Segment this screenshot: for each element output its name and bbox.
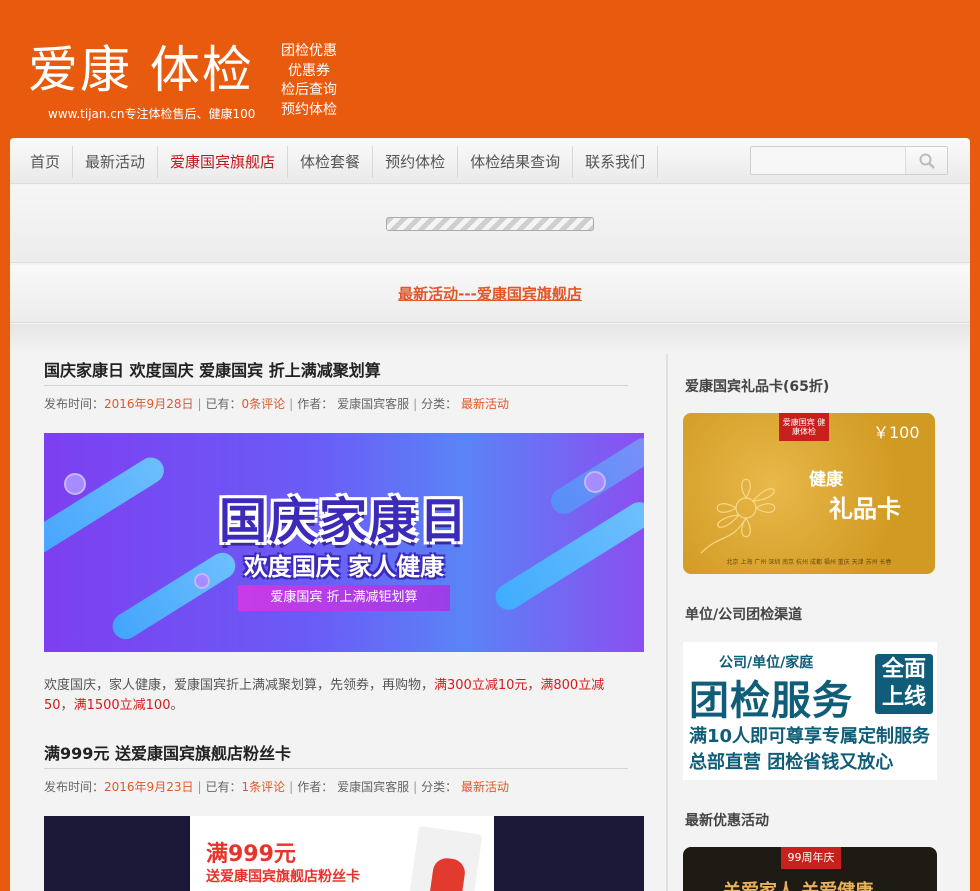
meta-comments-link[interactable]: 0条评论 [242,397,286,411]
search-button[interactable] [905,147,947,174]
divider-band [10,324,970,354]
meta-has-label: 已有： [205,397,242,411]
gift-card-cities: 北京 上海 广州 深圳 南京 杭州 成都 福州 重庆 天津 苏州 长春 [726,559,892,566]
search-icon [919,153,935,169]
gift-card-tag: 爱康国宾 健康体检 [779,413,829,441]
nav-item-home[interactable]: 首页 [18,146,74,178]
meta-author-label: 作者： [297,780,334,794]
meta-category-link[interactable]: 最新活动 [461,780,509,794]
nav-item-latest-activities[interactable]: 最新活动 [73,146,159,178]
meta-comments-link[interactable]: 1条评论 [242,780,286,794]
meta-category-label: 分类： [421,397,458,411]
meta-time-label: 发布时间： [44,397,105,411]
sidebar: 爱康国宾礼品卡(65折) 爱康国宾 健康体检 ￥100 健康 礼品卡 北京 上海… [666,354,970,891]
group-banner-headline: 团检服务 [689,678,853,724]
fan-card-image [409,825,483,891]
meta-author-label: 作者： [297,397,334,411]
group-banner-line3: 满10人即可尊享专属定制服务 [689,726,931,747]
promo-banner[interactable]: 99周年庆 关爱家人 关爱健康 [683,847,937,891]
loading-bar [386,217,594,231]
gift-card-name-line1: 健康 [809,470,843,490]
sidebar-group-title: 单位/公司团检渠道 [685,607,803,623]
meta-time: 2016年9月28日 [104,397,194,411]
meta-author: 爱康国宾客服 [337,397,410,411]
section-title-band: 最新活动---爱康国宾旗舰店 [10,265,970,323]
post-meta: 发布时间：2016年9月28日 | 已有：0条评论 | 作者： 爱康国宾客服 | 分类： 最… [44,397,509,411]
group-banner-badge: 全面 上线 [875,654,933,714]
header-link-group-discount[interactable]: 团检优惠 [278,42,340,62]
sidebar-promo-title: 最新优惠活动 [685,813,769,829]
excerpt-comma: ， [60,697,74,713]
post-list: 国庆家康日 欢度国庆 爱康国宾 折上满减聚划算 发布时间：2016年9月28日 |… [44,360,644,891]
meta-category-label: 分类： [421,780,458,794]
banner-line1: 满999元 [206,842,296,867]
post-banner-image[interactable]: 国庆家康日 欢度国庆 家人健康 爱康国宾 折上满减钜划算 [44,433,644,652]
nav-item-flagship-store[interactable]: 爱康国宾旗舰店 [158,146,289,178]
group-banner-line4: 总部直营 团检省钱又放心 [689,752,894,773]
post-title[interactable]: 满999元 送爱康国宾旗舰店粉丝卡 [44,743,628,769]
gift-card-amount: ￥100 [873,423,920,442]
post-banner-image[interactable]: 满999元 送爱康国宾旗舰店粉丝卡 [44,816,644,891]
post-item: 满999元 送爱康国宾旗舰店粉丝卡 发布时间：2016年9月23日 | 已有：1条评… [44,743,644,891]
promo-text: 关爱家人 关爱健康 [723,877,873,891]
promo-tag: 99周年庆 [781,847,841,869]
flower-icon [700,478,776,554]
meta-category-link[interactable]: 最新活动 [461,397,509,411]
section-title-link[interactable]: 最新活动---爱康国宾旗舰店 [398,283,582,304]
header-link-coupon[interactable]: 优惠券 [278,62,340,82]
header-link-result-query[interactable]: 检后查询 [278,81,340,101]
nav-item-book-exam[interactable]: 预约体检 [373,146,459,178]
excerpt-text: 欢度国庆，家人健康，爱康国宾折上满减聚划算，先领券，再购物， [44,678,435,693]
main-nav: 首页 最新活动 爱康国宾旗舰店 体检套餐 预约体检 体检结果查询 联系我们 [10,138,970,184]
search-input[interactable] [751,147,905,174]
meta-time: 2016年9月23日 [104,780,194,794]
excerpt-promo-300: 满300立减10元 [434,678,528,693]
nav-item-result-query[interactable]: 体检结果查询 [458,146,574,178]
post-meta: 发布时间：2016年9月23日 | 已有：1条评论 | 作者： 爱康国宾客服 | 分类： 最… [44,780,509,794]
excerpt-end: 。 [170,697,184,713]
badge-line1: 全面 [881,657,926,682]
banner-ribbon: 爱康国宾 折上满减钜划算 [238,585,450,611]
logo-subtitle: www.tijan.cn专注体检售后、健康100 [48,107,256,121]
meta-has-label: 已有： [205,780,242,794]
meta-time-label: 发布时间： [44,780,105,794]
gift-card-image[interactable]: 爱康国宾 健康体检 ￥100 健康 礼品卡 北京 上海 广州 深圳 南京 杭州 … [683,413,935,574]
badge-line2: 上线 [881,685,926,710]
nav-item-exam-packages[interactable]: 体检套餐 [288,146,374,178]
meta-author: 爱康国宾客服 [337,780,410,794]
excerpt-comma: ， [527,678,541,693]
nav-item-contact[interactable]: 联系我们 [573,146,659,178]
group-service-banner[interactable]: 公司/单位/家庭 团检服务 全面 上线 满10人即可尊享专属定制服务 总部直营 … [683,642,937,780]
sidebar-gift-title: 爱康国宾礼品卡(65折) [685,379,830,395]
banner-line2: 送爱康国宾旗舰店粉丝卡 [206,869,360,885]
post-item: 国庆家康日 欢度国庆 爱康国宾 折上满减聚划算 发布时间：2016年9月28日 |… [44,360,644,715]
header-link-book-exam[interactable]: 预约体检 [278,101,340,121]
post-title[interactable]: 国庆家康日 欢度国庆 爱康国宾 折上满减聚划算 [44,360,628,386]
slider-band [10,185,970,263]
nav-list: 首页 最新活动 爱康国宾旗舰店 体检套餐 预约体检 体检结果查询 联系我们 [18,146,659,178]
logo-title[interactable]: 爱康 体检 [28,38,254,102]
header-quick-links: 团检优惠 优惠券 检后查询 预约体检 [278,42,340,120]
gift-card-name-line2: 礼品卡 [829,495,901,523]
search-box [750,146,948,175]
banner-subtitle: 欢度国庆 家人健康 [243,553,445,581]
excerpt-promo-1500: 满1500立减100 [73,697,171,713]
banner-title: 国庆家康日 [218,493,469,549]
main-container: 首页 最新活动 爱康国宾旗舰店 体检套餐 预约体检 体检结果查询 联系我们 最新… [10,138,970,891]
post-excerpt: 欢度国庆，家人健康，爱康国宾折上满减聚划算，先领券，再购物，满300立减10元，… [44,676,628,715]
site-header: 爱康 体检 www.tijan.cn专注体检售后、健康100 团检优惠 优惠券 … [0,0,980,138]
